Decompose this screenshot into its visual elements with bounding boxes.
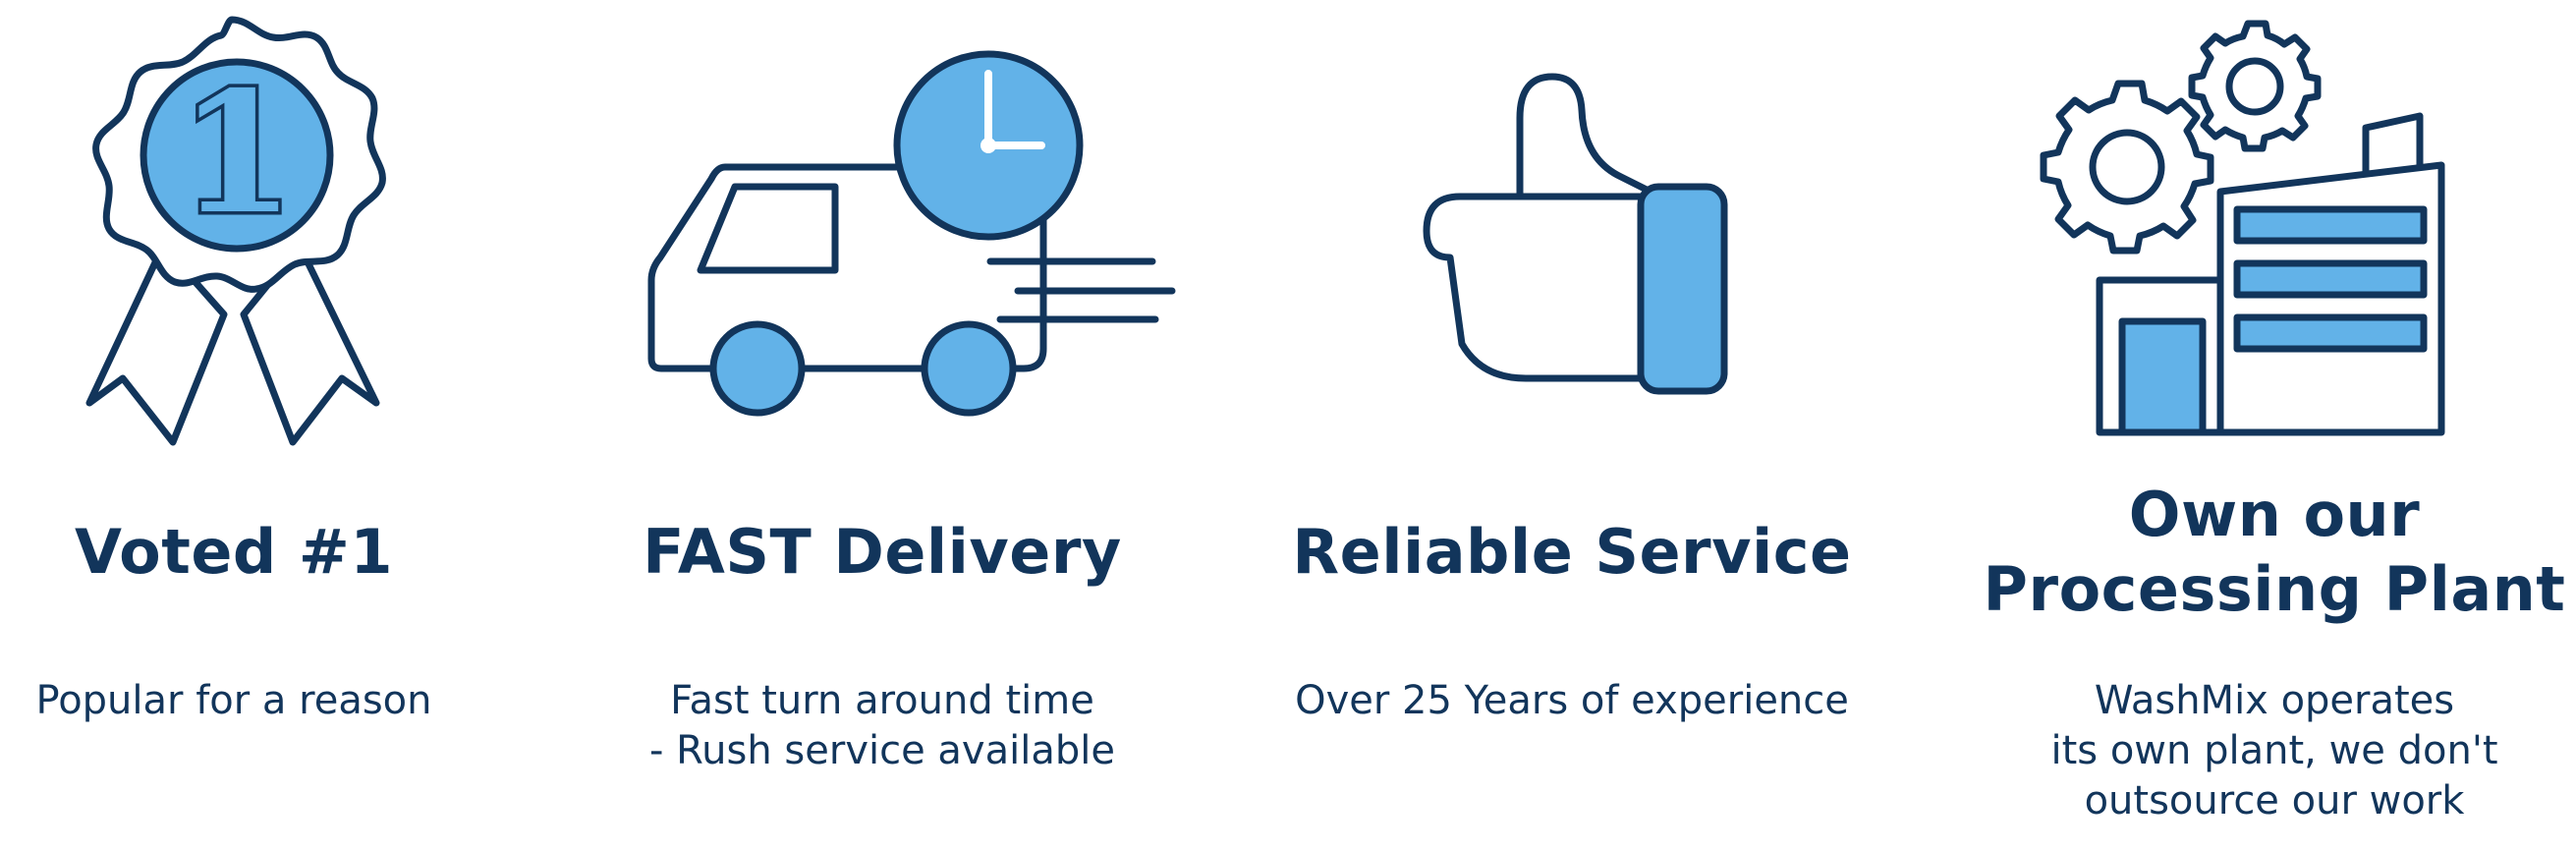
- title-line: Voted #1: [75, 516, 393, 588]
- desc-line: WashMix operates: [2094, 678, 2455, 723]
- desc-line: - Rush service available: [649, 728, 1115, 773]
- desc-line: Popular for a reason: [35, 678, 432, 723]
- factory-gears-icon: [1970, 0, 2576, 472]
- desc-line: outsource our work: [2084, 778, 2465, 823]
- title-line: FAST Delivery: [643, 516, 1122, 588]
- feature-fast-delivery: FAST Delivery Fast turn around time - Ru…: [578, 0, 1187, 851]
- thumbs-up-icon: [1267, 0, 1876, 472]
- desc-line: Fast turn around time: [670, 678, 1094, 723]
- delivery-van-clock-icon: [578, 0, 1187, 472]
- title-line: Own our: [2128, 479, 2421, 550]
- award-ribbon-icon: 1: [0, 0, 538, 472]
- feature-reliable-service: Reliable Service Over 25 Years of experi…: [1267, 0, 1876, 851]
- title-line: Processing Plant: [1983, 553, 2566, 625]
- feature-description: Popular for a reason: [0, 676, 538, 726]
- feature-description: Over 25 Years of experience: [1267, 676, 1876, 726]
- feature-title: FAST Delivery: [578, 515, 1187, 590]
- desc-line: Over 25 Years of experience: [1295, 678, 1849, 723]
- feature-description: WashMix operates its own plant, we don't…: [1970, 676, 2576, 826]
- badge-number: 1: [179, 55, 295, 252]
- feature-title: Voted #1: [0, 515, 538, 590]
- title-line: Reliable Service: [1292, 516, 1852, 588]
- feature-description: Fast turn around time - Rush service ava…: [578, 676, 1187, 776]
- feature-title: Reliable Service: [1267, 515, 1876, 590]
- desc-line: its own plant, we don't: [2050, 728, 2498, 773]
- feature-title: Own our Processing Plant: [1970, 478, 2576, 627]
- feature-own-plant: Own our Processing Plant WashMix operate…: [1970, 0, 2576, 851]
- feature-voted-1: 1 Voted #1 Popular for a reason: [0, 0, 538, 851]
